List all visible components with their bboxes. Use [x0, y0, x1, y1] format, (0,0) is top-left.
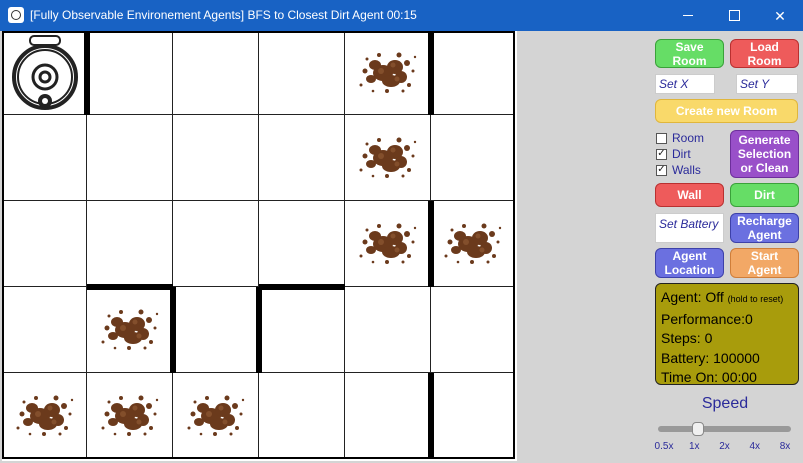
wall-segment: [87, 284, 173, 290]
grid-cell[interactable]: [431, 287, 515, 373]
wall-segment: [259, 284, 345, 290]
speed-slider[interactable]: [658, 422, 791, 436]
speed-tick-label: 4x: [749, 441, 761, 452]
speed-slider-thumb[interactable]: [692, 422, 705, 436]
app-icon: [8, 7, 24, 23]
wall-button[interactable]: Wall: [655, 183, 724, 207]
set-y-input[interactable]: [740, 77, 794, 91]
dirt-checkbox-box[interactable]: ✓: [656, 148, 667, 160]
grid-cell[interactable]: [345, 373, 431, 459]
room-checkbox-label: Room: [672, 131, 705, 145]
grid-cell[interactable]: [431, 31, 515, 115]
dirt-patch: [95, 298, 165, 358]
steps-readout: Steps: 0: [661, 330, 713, 346]
dirt-button[interactable]: Dirt: [730, 183, 799, 207]
agent-location-button[interactable]: Agent Location: [655, 248, 724, 278]
time-on-readout: Time On: 00:00: [661, 369, 757, 385]
create-room-button[interactable]: Create new Room: [655, 99, 798, 123]
grid-cell[interactable]: [345, 287, 431, 373]
generate-selection-button[interactable]: Generate Selection or Clean: [730, 130, 799, 178]
dirt-patch: [438, 212, 508, 272]
grid-cell[interactable]: [2, 201, 87, 287]
close-button[interactable]: ✕: [757, 0, 803, 31]
grid-cell[interactable]: [173, 115, 259, 201]
room-checkbox[interactable]: Room: [656, 131, 704, 145]
close-icon: ✕: [774, 7, 786, 24]
wall-segment: [84, 31, 90, 115]
load-room-button[interactable]: Load Room: [730, 39, 799, 68]
grid-cell[interactable]: [431, 373, 515, 459]
grid-cell[interactable]: [2, 115, 87, 201]
save-room-button[interactable]: Save Room: [655, 39, 724, 68]
dirt-checkbox-label: Dirt: [672, 147, 691, 161]
set-battery-input[interactable]: [659, 217, 720, 231]
wall-segment: [170, 287, 176, 373]
speed-label: Speed: [701, 395, 749, 412]
dirt-patch: [10, 384, 80, 444]
room-checkbox-box[interactable]: [656, 132, 667, 144]
window-title: [Fully Observable Environement Agents] B…: [30, 8, 417, 22]
dirt-checkbox[interactable]: ✓ Dirt: [656, 147, 691, 161]
start-agent-button[interactable]: Start Agent: [730, 248, 799, 278]
walls-checkbox-box[interactable]: ✓: [656, 164, 667, 176]
agent-status: Agent: Off: [661, 289, 724, 305]
set-y-field[interactable]: [736, 74, 798, 94]
wall-segment: [428, 201, 434, 287]
walls-checkbox-label: Walls: [672, 163, 701, 177]
grid-cell[interactable]: [259, 31, 345, 115]
grid-cell[interactable]: [259, 373, 345, 459]
maximize-icon: [728, 10, 740, 21]
environment-grid[interactable]: [2, 31, 517, 461]
grid-cell[interactable]: [2, 287, 87, 373]
speed-tick-label: 0.5x: [654, 441, 674, 452]
walls-checkbox[interactable]: ✓ Walls: [656, 163, 701, 177]
dirt-patch: [353, 41, 423, 101]
title-bar: [Fully Observable Environement Agents] B…: [0, 0, 803, 31]
maximize-button[interactable]: [711, 0, 757, 31]
dirt-patch: [181, 384, 251, 444]
performance-readout: Performance:0: [661, 310, 753, 327]
grid-cell[interactable]: [173, 201, 259, 287]
speed-tick-label: 1x: [688, 441, 700, 452]
wall-segment: [428, 31, 434, 115]
dirt-patch: [353, 126, 423, 186]
grid-cell[interactable]: [173, 31, 259, 115]
recharge-agent-button[interactable]: Recharge Agent: [730, 213, 799, 243]
dirt-patch: [95, 384, 165, 444]
speed-tick-label: 2x: [719, 441, 730, 452]
set-x-input[interactable]: [659, 77, 711, 91]
grid-cell[interactable]: [173, 287, 259, 373]
grid-cell[interactable]: [259, 201, 345, 287]
battery-readout: Battery: 100000: [661, 349, 760, 366]
status-panel[interactable]: Agent: Off (hold to reset) Performance:0…: [655, 283, 799, 385]
agent-reset-hint: (hold to reset): [727, 294, 784, 304]
grid-cell[interactable]: [431, 115, 515, 201]
dirt-patch: [353, 212, 423, 272]
vacuum-robot-icon[interactable]: [10, 35, 80, 111]
wall-segment: [428, 373, 434, 459]
minimize-icon: [683, 15, 693, 16]
set-battery-field[interactable]: [655, 213, 724, 243]
grid-cell[interactable]: [87, 201, 173, 287]
grid-cell[interactable]: [87, 115, 173, 201]
wall-segment: [256, 287, 262, 373]
minimize-button[interactable]: [665, 0, 711, 31]
agent-status-line: Agent: Off (hold to reset): [661, 288, 793, 310]
speed-tick-label: 8x: [779, 441, 791, 452]
grid-cell[interactable]: [259, 287, 345, 373]
grid-cell[interactable]: [87, 31, 173, 115]
control-panel: Save Room Load Room Create new Room Room…: [520, 31, 803, 463]
set-x-field[interactable]: [655, 74, 715, 94]
grid-cell[interactable]: [259, 115, 345, 201]
